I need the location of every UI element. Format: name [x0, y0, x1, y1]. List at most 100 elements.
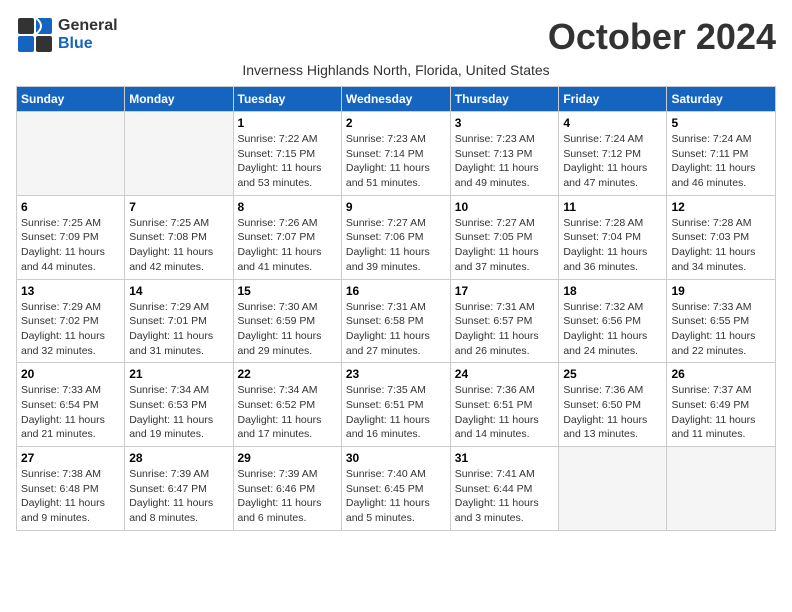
day-number: 2 — [346, 116, 446, 130]
column-header-friday: Friday — [559, 87, 667, 112]
calendar-cell: 25 Sunrise: 7:36 AM Sunset: 6:50 PM Dayli… — [559, 363, 667, 447]
day-info: Sunrise: 7:33 AM Sunset: 6:55 PM Dayligh… — [671, 300, 771, 359]
calendar-cell: 23Sunrise: 7:35 AM Sunset: 6:51 PM Dayli… — [341, 363, 450, 447]
day-number: 28 — [129, 451, 228, 465]
day-info: Sunrise: 7:22 AM Sunset: 7:15 PM Dayligh… — [238, 132, 337, 191]
day-info: Sunrise: 7:39 AM Sunset: 6:47 PM Dayligh… — [129, 467, 228, 526]
day-info: Sunrise: 7:28 AM Sunset: 7:04 PM Dayligh… — [563, 216, 662, 275]
calendar-cell: 2 Sunrise: 7:23 AM Sunset: 7:14 PM Daylig… — [341, 112, 450, 196]
calendar-cell: 13 Sunrise: 7:29 AM Sunset: 7:02 PM Dayli… — [17, 279, 125, 363]
calendar-cell — [17, 112, 125, 196]
day-number: 4 — [563, 116, 662, 130]
calendar-cell: 24 Sunrise: 7:36 AM Sunset: 6:51 PM Dayli… — [450, 363, 559, 447]
day-number: 18 — [563, 284, 662, 298]
day-number: 13 — [21, 284, 120, 298]
calendar-cell: 27 Sunrise: 7:38 AM Sunset: 6:48 PM Dayli… — [17, 447, 125, 531]
calendar-cell: 10 Sunrise: 7:27 AM Sunset: 7:05 PM Dayli… — [450, 195, 559, 279]
day-number: 27 — [21, 451, 120, 465]
day-info: Sunrise: 7:34 AM Sunset: 6:53 PM Dayligh… — [129, 383, 228, 442]
day-info: Sunrise: 7:31 AM Sunset: 6:58 PM Dayligh… — [346, 300, 446, 359]
day-info: Sunrise: 7:39 AM Sunset: 6:46 PM Dayligh… — [238, 467, 337, 526]
day-number: 6 — [21, 200, 120, 214]
calendar-cell: 6 Sunrise: 7:25 AM Sunset: 7:09 PM Daylig… — [17, 195, 125, 279]
day-info: Sunrise: 7:27 AM Sunset: 7:05 PM Dayligh… — [455, 216, 555, 275]
day-info: Sunrise: 7:41 AM Sunset: 6:44 PM Dayligh… — [455, 467, 555, 526]
day-info: Sunrise: 7:24 AM Sunset: 7:11 PM Dayligh… — [671, 132, 771, 191]
calendar-week-3: 13 Sunrise: 7:29 AM Sunset: 7:02 PM Dayli… — [17, 279, 776, 363]
day-number: 12 — [671, 200, 771, 214]
day-info: Sunrise: 7:29 AM Sunset: 7:02 PM Dayligh… — [21, 300, 120, 359]
logo-icon — [16, 16, 54, 54]
day-number: 25 — [563, 367, 662, 381]
page-header: General Blue October 2024 — [16, 16, 776, 58]
calendar-cell: 31Sunrise: 7:41 AM Sunset: 6:44 PM Dayli… — [450, 447, 559, 531]
day-info: Sunrise: 7:36 AM Sunset: 6:51 PM Dayligh… — [455, 383, 555, 442]
day-info: Sunrise: 7:38 AM Sunset: 6:48 PM Dayligh… — [21, 467, 120, 526]
day-number: 14 — [129, 284, 228, 298]
column-header-sunday: Sunday — [17, 87, 125, 112]
calendar-cell: 1 Sunrise: 7:22 AM Sunset: 7:15 PM Daylig… — [233, 112, 341, 196]
calendar-cell: 20 Sunrise: 7:33 AM Sunset: 6:54 PM Dayli… — [17, 363, 125, 447]
day-number: 15 — [238, 284, 337, 298]
column-header-saturday: Saturday — [667, 87, 776, 112]
day-number: 7 — [129, 200, 228, 214]
calendar-cell — [125, 112, 233, 196]
day-number: 11 — [563, 200, 662, 214]
day-number: 8 — [238, 200, 337, 214]
day-number: 24 — [455, 367, 555, 381]
day-info: Sunrise: 7:28 AM Sunset: 7:03 PM Dayligh… — [671, 216, 771, 275]
calendar-cell: 30 Sunrise: 7:40 AM Sunset: 6:45 PM Dayli… — [341, 447, 450, 531]
day-number: 20 — [21, 367, 120, 381]
calendar-week-1: 1 Sunrise: 7:22 AM Sunset: 7:15 PM Daylig… — [17, 112, 776, 196]
day-info: Sunrise: 7:29 AM Sunset: 7:01 PM Dayligh… — [129, 300, 228, 359]
calendar-table: SundayMondayTuesdayWednesdayThursdayFrid… — [16, 86, 776, 531]
logo-general-text: General — [58, 17, 118, 35]
calendar-cell: 22 Sunrise: 7:34 AM Sunset: 6:52 PM Dayli… — [233, 363, 341, 447]
column-header-wednesday: Wednesday — [341, 87, 450, 112]
calendar-cell: 26Sunrise: 7:37 AM Sunset: 6:49 PM Dayli… — [667, 363, 776, 447]
calendar-week-5: 27 Sunrise: 7:38 AM Sunset: 6:48 PM Dayli… — [17, 447, 776, 531]
day-info: Sunrise: 7:33 AM Sunset: 6:54 PM Dayligh… — [21, 383, 120, 442]
calendar-cell: 7Sunrise: 7:25 AM Sunset: 7:08 PM Daylig… — [125, 195, 233, 279]
day-number: 29 — [238, 451, 337, 465]
calendar-cell: 29 Sunrise: 7:39 AM Sunset: 6:46 PM Dayli… — [233, 447, 341, 531]
day-info: Sunrise: 7:23 AM Sunset: 7:14 PM Dayligh… — [346, 132, 446, 191]
day-number: 22 — [238, 367, 337, 381]
day-number: 17 — [455, 284, 555, 298]
day-number: 1 — [238, 116, 337, 130]
day-number: 10 — [455, 200, 555, 214]
column-header-monday: Monday — [125, 87, 233, 112]
day-info: Sunrise: 7:36 AM Sunset: 6:50 PM Dayligh… — [563, 383, 662, 442]
day-number: 21 — [129, 367, 228, 381]
month-title: October 2024 — [548, 16, 776, 58]
subtitle: Inverness Highlands North, Florida, Unit… — [16, 62, 776, 78]
calendar-week-4: 20 Sunrise: 7:33 AM Sunset: 6:54 PM Dayli… — [17, 363, 776, 447]
day-info: Sunrise: 7:40 AM Sunset: 6:45 PM Dayligh… — [346, 467, 446, 526]
day-info: Sunrise: 7:26 AM Sunset: 7:07 PM Dayligh… — [238, 216, 337, 275]
day-info: Sunrise: 7:34 AM Sunset: 6:52 PM Dayligh… — [238, 383, 337, 442]
day-info: Sunrise: 7:35 AM Sunset: 6:51 PM Dayligh… — [346, 383, 446, 442]
column-header-thursday: Thursday — [450, 87, 559, 112]
calendar-cell: 21 Sunrise: 7:34 AM Sunset: 6:53 PM Dayli… — [125, 363, 233, 447]
day-info: Sunrise: 7:24 AM Sunset: 7:12 PM Dayligh… — [563, 132, 662, 191]
calendar-cell: 16Sunrise: 7:31 AM Sunset: 6:58 PM Dayli… — [341, 279, 450, 363]
calendar-cell: 15 Sunrise: 7:30 AM Sunset: 6:59 PM Dayli… — [233, 279, 341, 363]
calendar-header-row: SundayMondayTuesdayWednesdayThursdayFrid… — [17, 87, 776, 112]
calendar-cell: 9Sunrise: 7:27 AM Sunset: 7:06 PM Daylig… — [341, 195, 450, 279]
calendar-cell: 17Sunrise: 7:31 AM Sunset: 6:57 PM Dayli… — [450, 279, 559, 363]
calendar-cell: 3Sunrise: 7:23 AM Sunset: 7:13 PM Daylig… — [450, 112, 559, 196]
day-info: Sunrise: 7:37 AM Sunset: 6:49 PM Dayligh… — [671, 383, 771, 442]
day-info: Sunrise: 7:30 AM Sunset: 6:59 PM Dayligh… — [238, 300, 337, 359]
calendar-cell: 12 Sunrise: 7:28 AM Sunset: 7:03 PM Dayli… — [667, 195, 776, 279]
day-number: 30 — [346, 451, 446, 465]
calendar-cell: 4 Sunrise: 7:24 AM Sunset: 7:12 PM Daylig… — [559, 112, 667, 196]
calendar-cell — [559, 447, 667, 531]
calendar-cell — [667, 447, 776, 531]
day-info: Sunrise: 7:32 AM Sunset: 6:56 PM Dayligh… — [563, 300, 662, 359]
day-info: Sunrise: 7:25 AM Sunset: 7:09 PM Dayligh… — [21, 216, 120, 275]
calendar-week-2: 6 Sunrise: 7:25 AM Sunset: 7:09 PM Daylig… — [17, 195, 776, 279]
day-number: 19 — [671, 284, 771, 298]
calendar-cell: 8 Sunrise: 7:26 AM Sunset: 7:07 PM Daylig… — [233, 195, 341, 279]
column-header-tuesday: Tuesday — [233, 87, 341, 112]
logo-blue-text: Blue — [58, 35, 118, 53]
